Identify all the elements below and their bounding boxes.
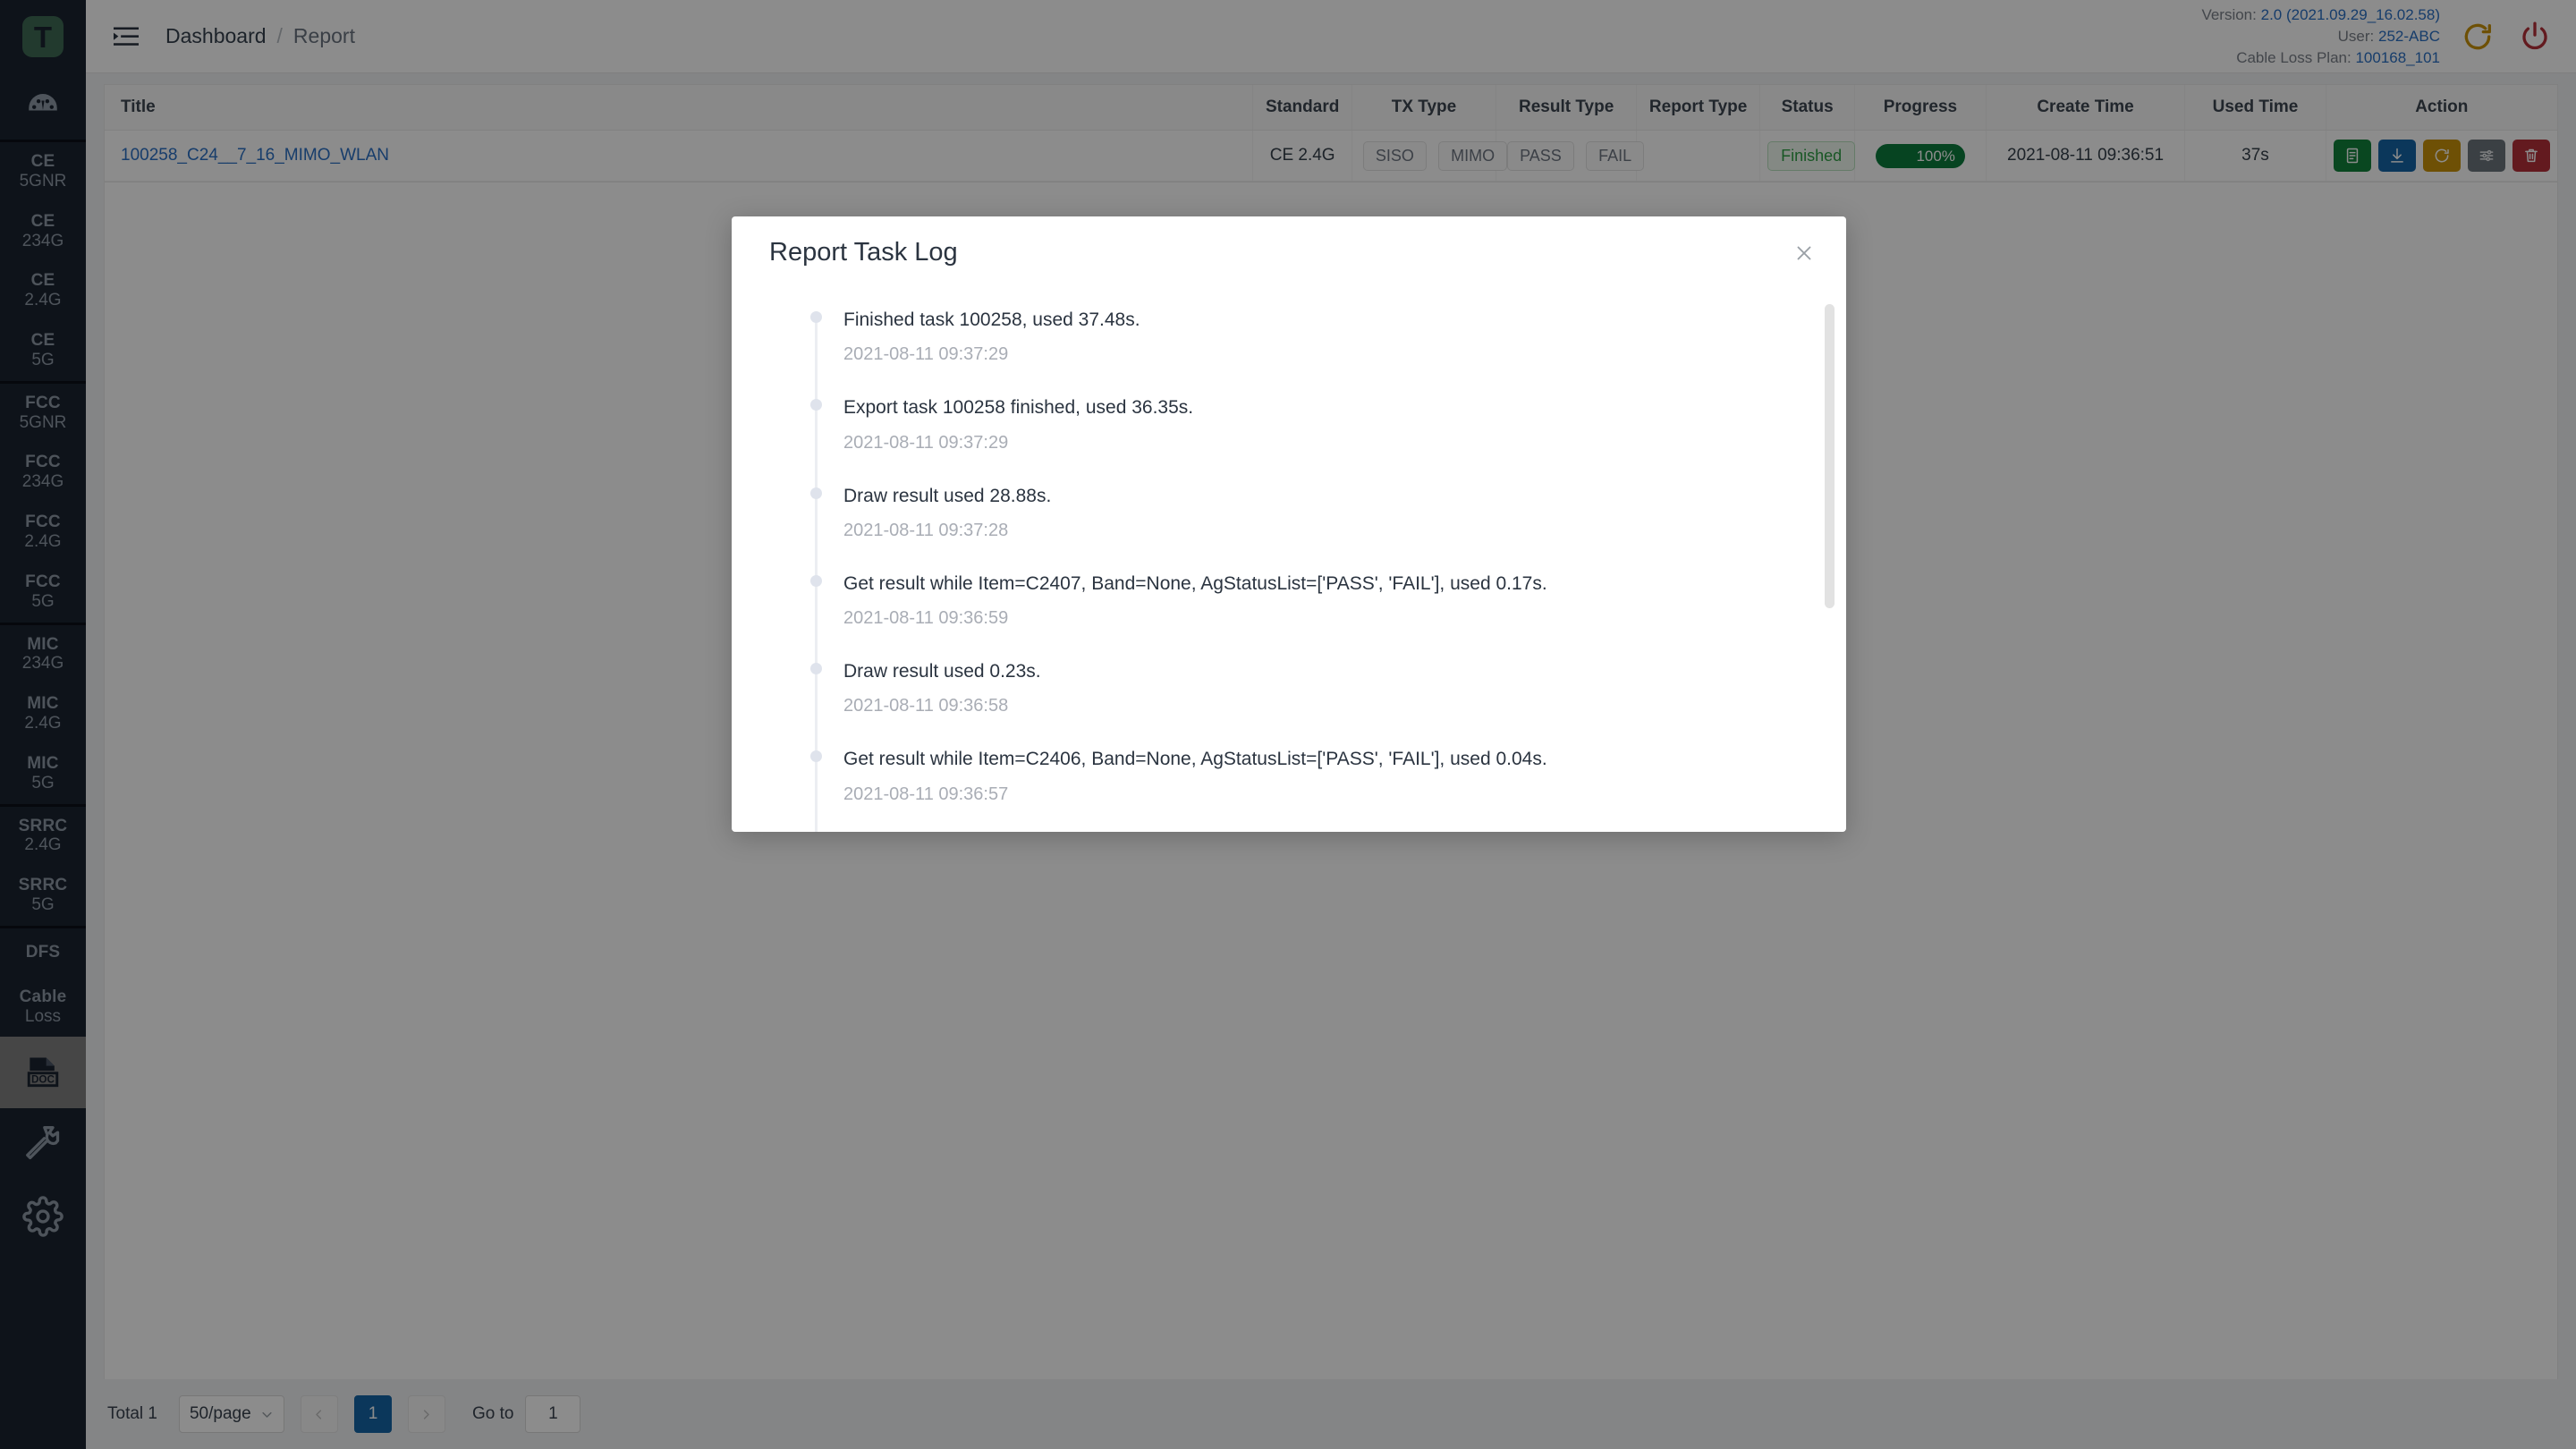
modal-header: Report Task Log <box>732 216 1846 288</box>
log-message: Finished task 100258, used 37.48s. <box>843 309 1140 330</box>
log-timestamp: 2021-08-11 09:37:29 <box>843 432 1009 453</box>
log-timestamp: 2021-08-11 09:37:28 <box>843 520 1009 540</box>
log-entry: Export task 100258 finished, used 36.35s… <box>810 395 1823 491</box>
log-message: Draw result used 0.23s. <box>843 661 1041 682</box>
timeline-dot <box>810 399 822 411</box>
modal-body[interactable]: Finished task 100258, used 37.48s. 2021-… <box>732 288 1846 832</box>
log-message: Export task 100258 finished, used 36.35s… <box>843 397 1194 419</box>
log-timestamp: 2021-08-11 09:36:59 <box>843 608 1009 629</box>
report-task-log-modal: Report Task Log Finished task 100258, us… <box>732 216 1846 832</box>
log-entry: Draw result used 28.88s. 2021-08-11 09:3… <box>810 484 1823 579</box>
timeline-dot <box>810 663 822 675</box>
timeline-line <box>815 580 818 667</box>
log-timeline: Finished task 100258, used 37.48s. 2021-… <box>732 288 1823 832</box>
log-entry: Finished task 100258, used 37.48s. 2021-… <box>810 308 1823 403</box>
log-message: Get result while Item=C2406, Band=None, … <box>843 749 1547 770</box>
log-entry: Get result while Item=C2407, Band=None, … <box>810 572 1823 667</box>
log-message: Draw result used 28.88s. <box>843 485 1052 506</box>
log-entry: Draw result used 0.23s. 2021-08-11 09:36… <box>810 659 1823 755</box>
timeline-line <box>815 668 818 755</box>
app-root: T CE 5GNR CE 234G CE 2.4G CE 5G FCC 5GNR… <box>0 0 2576 1449</box>
timeline-line <box>815 756 818 832</box>
timeline-dot <box>810 487 822 499</box>
log-timestamp: 2021-08-11 09:36:57 <box>843 784 1009 804</box>
log-message: Get result while Item=C2407, Band=None, … <box>843 572 1547 594</box>
modal-close-button[interactable] <box>1789 238 1819 268</box>
timeline-dot <box>810 311 822 323</box>
timeline-line <box>815 404 818 491</box>
log-entry: Get result while Item=C2406, Band=None, … <box>810 747 1823 832</box>
timeline-dot <box>810 574 822 587</box>
log-timestamp: 2021-08-11 09:37:29 <box>843 344 1009 365</box>
timeline-line <box>815 492 818 579</box>
close-icon <box>1797 246 1811 260</box>
modal-title: Report Task Log <box>769 237 958 267</box>
timeline-line <box>815 317 818 403</box>
log-timestamp: 2021-08-11 09:36:58 <box>843 696 1009 716</box>
timeline-dot <box>810 750 822 763</box>
modal-scrollbar-thumb[interactable] <box>1825 304 1835 608</box>
